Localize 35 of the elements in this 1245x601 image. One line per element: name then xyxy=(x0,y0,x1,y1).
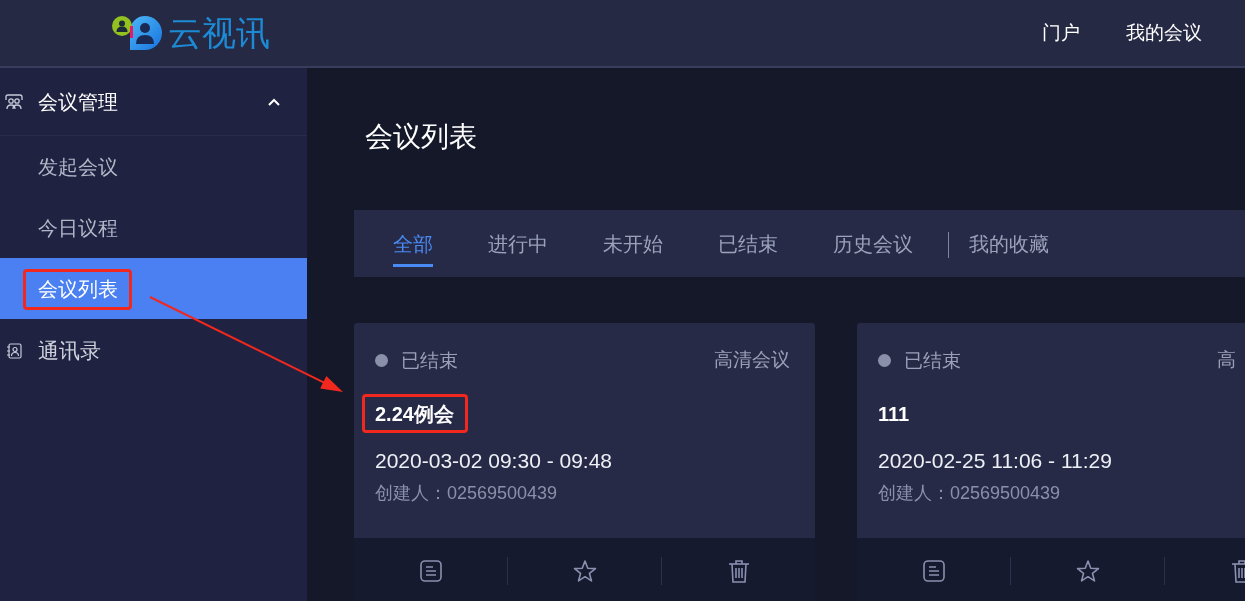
sidebar-item[interactable]: 通讯录 xyxy=(0,319,307,383)
logo-icon xyxy=(112,16,162,50)
notes-icon xyxy=(920,558,947,584)
sidebar-item[interactable]: 发起会议 xyxy=(0,136,307,197)
nav-link[interactable]: 我的会议 xyxy=(1126,21,1202,45)
meeting-creator: 创建人：02569500439 xyxy=(375,482,558,505)
meeting-status: 已结束 xyxy=(904,348,961,373)
page-title: 会议列表 xyxy=(365,120,477,154)
tab[interactable]: 已结束 xyxy=(718,232,778,267)
logo-text: 云视讯 xyxy=(168,13,270,53)
sidebar-item[interactable]: 会议列表 xyxy=(0,258,307,319)
favorite-button[interactable] xyxy=(1074,558,1101,584)
meeting-type: 高清会议 xyxy=(714,349,790,370)
meeting-type: 高 xyxy=(1217,349,1236,370)
sidebar-item[interactable]: 今日议程 xyxy=(0,197,307,258)
tab[interactable]: 历史会议 xyxy=(833,232,913,267)
meeting-title: 2.24例会 xyxy=(375,400,454,428)
star-icon xyxy=(571,558,598,584)
meeting-time: 2020-03-02 09:30 - 09:48 xyxy=(375,448,613,474)
tab[interactable]: 我的收藏 xyxy=(969,232,1049,267)
details-button[interactable] xyxy=(417,558,444,584)
favorite-button[interactable] xyxy=(571,558,598,584)
meeting-creator: 创建人：02569500439 xyxy=(878,482,1061,505)
nav-link[interactable]: 门户 xyxy=(1042,21,1080,45)
meeting-time: 2020-02-25 11:06 - 11:29 xyxy=(878,448,1112,474)
meeting-title: 111 xyxy=(878,402,910,427)
tab[interactable]: 未开始 xyxy=(603,232,663,267)
notes-icon xyxy=(417,558,444,584)
meeting-status: 已结束 xyxy=(401,348,458,373)
tab[interactable]: 进行中 xyxy=(488,232,548,267)
details-button[interactable] xyxy=(920,558,947,584)
star-icon xyxy=(1074,558,1101,584)
people-icon xyxy=(5,93,23,110)
tab[interactable]: 全部 xyxy=(393,232,433,267)
contact-card-icon xyxy=(6,343,22,359)
